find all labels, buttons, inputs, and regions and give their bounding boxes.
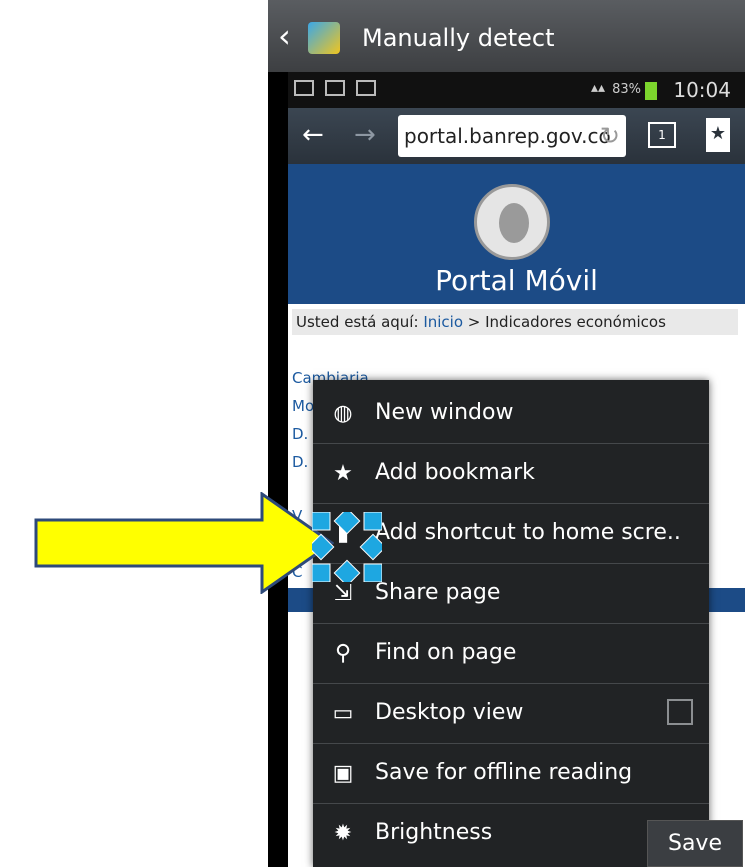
search-icon: ⚲ <box>334 641 352 666</box>
breadcrumb: Usted está aquí: Inicio > Indicadores ec… <box>292 309 738 335</box>
title-bar: ‹ Manually detect <box>268 0 745 72</box>
menu-item-label: Add shortcut to home scre.. <box>375 520 681 545</box>
save-button[interactable]: Save <box>647 820 743 867</box>
reload-icon[interactable]: ↻ <box>600 115 620 157</box>
chevron-left-icon[interactable]: ‹ <box>278 18 308 54</box>
clock: 10:04 <box>673 78 731 102</box>
menu-item-label: New window <box>375 400 514 425</box>
menu-item-label: Find on page <box>375 640 517 665</box>
arrow-left-icon[interactable]: ← <box>302 120 324 150</box>
url-text: portal.banrep.gov.co <box>404 124 611 148</box>
battery-percent: 83% <box>612 82 641 97</box>
globe-plus-icon: ◍ <box>333 401 353 426</box>
tap-marker-icon <box>312 512 382 582</box>
phone-screen: ‹ Manually detect ▴▴ 83% 10:04 ← → porta… <box>268 0 745 867</box>
voicemail-icon <box>325 80 346 96</box>
menu-item-label: Share page <box>375 580 501 605</box>
callout-arrow <box>34 492 334 594</box>
arrow-right-icon[interactable]: → <box>354 120 376 150</box>
desktop-view-checkbox[interactable] <box>667 699 693 725</box>
monitor-icon: ▭ <box>332 701 354 726</box>
app-icon <box>308 22 340 54</box>
breadcrumb-prefix: Usted está aquí: <box>296 313 419 331</box>
battery-icon <box>645 82 657 100</box>
tabs-button[interactable]: 1 <box>648 122 676 148</box>
image-icon <box>294 80 314 96</box>
save-icon: ▣ <box>332 761 354 786</box>
page-title: Portal Móvil <box>435 264 598 297</box>
site-header: Portal Móvil <box>288 164 745 304</box>
bookmark-star-icon[interactable]: ★ <box>706 118 730 152</box>
url-field[interactable]: portal.banrep.gov.co ↻ <box>398 115 626 157</box>
status-bar: ▴▴ 83% 10:04 <box>288 72 745 108</box>
shopping-bag-icon <box>356 80 377 96</box>
menu-item-new-window[interactable]: ◍ New window <box>313 384 709 444</box>
brightness-icon: ✹ <box>333 821 353 846</box>
menu-item-label: Add bookmark <box>375 460 535 485</box>
browser-toolbar: ← → portal.banrep.gov.co ↻ 1 ★ <box>288 108 745 164</box>
notification-icons <box>294 80 414 100</box>
breadcrumb-current: > Indicadores económicos <box>463 313 666 331</box>
menu-item-label: Save for offline reading <box>375 760 633 785</box>
bookmark-star-icon: ★ <box>333 461 353 486</box>
signal-icon: ▴▴ <box>590 80 605 96</box>
menu-item-find-on-page[interactable]: ⚲ Find on page <box>313 624 709 684</box>
menu-item-label: Desktop view <box>375 700 524 725</box>
breadcrumb-home-link[interactable]: Inicio <box>423 313 463 331</box>
menu-item-save-offline[interactable]: ▣ Save for offline reading <box>313 744 709 804</box>
bank-seal-logo <box>474 184 550 260</box>
window-title: Manually detect <box>362 24 555 52</box>
menu-item-label: Brightness <box>375 820 493 845</box>
menu-item-add-bookmark[interactable]: ★ Add bookmark <box>313 444 709 504</box>
arrow-shape <box>34 492 334 594</box>
menu-item-desktop-view[interactable]: ▭ Desktop view <box>313 684 709 744</box>
options-menu: ◍ New window ★ Add bookmark ▮ Add shortc… <box>313 380 709 867</box>
